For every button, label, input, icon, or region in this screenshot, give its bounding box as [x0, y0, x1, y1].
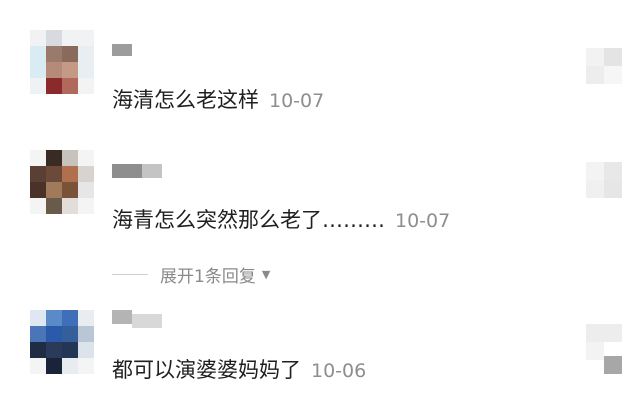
username[interactable] [112, 44, 132, 58]
comment-item: 都可以演婆婆妈妈了 10-06 [0, 300, 640, 400]
like-icon[interactable] [586, 324, 622, 378]
comment-text: 海青怎么突然那么老了……… 10-07 [112, 204, 450, 234]
username[interactable] [112, 164, 162, 178]
avatar[interactable] [30, 30, 94, 94]
comment-body: 都可以演婆婆妈妈了 [112, 358, 301, 382]
like-icon[interactable] [586, 48, 622, 84]
comment-body: 海清怎么老这样 [112, 88, 259, 112]
expand-replies-button[interactable]: 展开1条回复 ▼ [112, 262, 271, 287]
avatar[interactable] [30, 150, 94, 214]
comment-text: 海清怎么老这样 10-07 [112, 84, 324, 114]
expand-replies-label: 展开1条回复 [160, 266, 256, 287]
comment-item: 海清怎么老这样 10-07 [0, 30, 640, 120]
divider [112, 273, 148, 275]
like-icon[interactable] [586, 162, 622, 198]
comment-item: 海青怎么突然那么老了……… 10-07 [0, 150, 640, 240]
avatar[interactable] [30, 310, 94, 374]
username[interactable] [112, 310, 162, 328]
chevron-down-icon: ▼ [261, 267, 271, 281]
comment-date: 10-06 [311, 360, 367, 382]
comment-date: 10-07 [395, 210, 451, 232]
comment-text: 都可以演婆婆妈妈了 10-06 [112, 354, 366, 384]
comment-body: 海青怎么突然那么老了……… [112, 208, 385, 232]
comment-date: 10-07 [269, 90, 325, 112]
